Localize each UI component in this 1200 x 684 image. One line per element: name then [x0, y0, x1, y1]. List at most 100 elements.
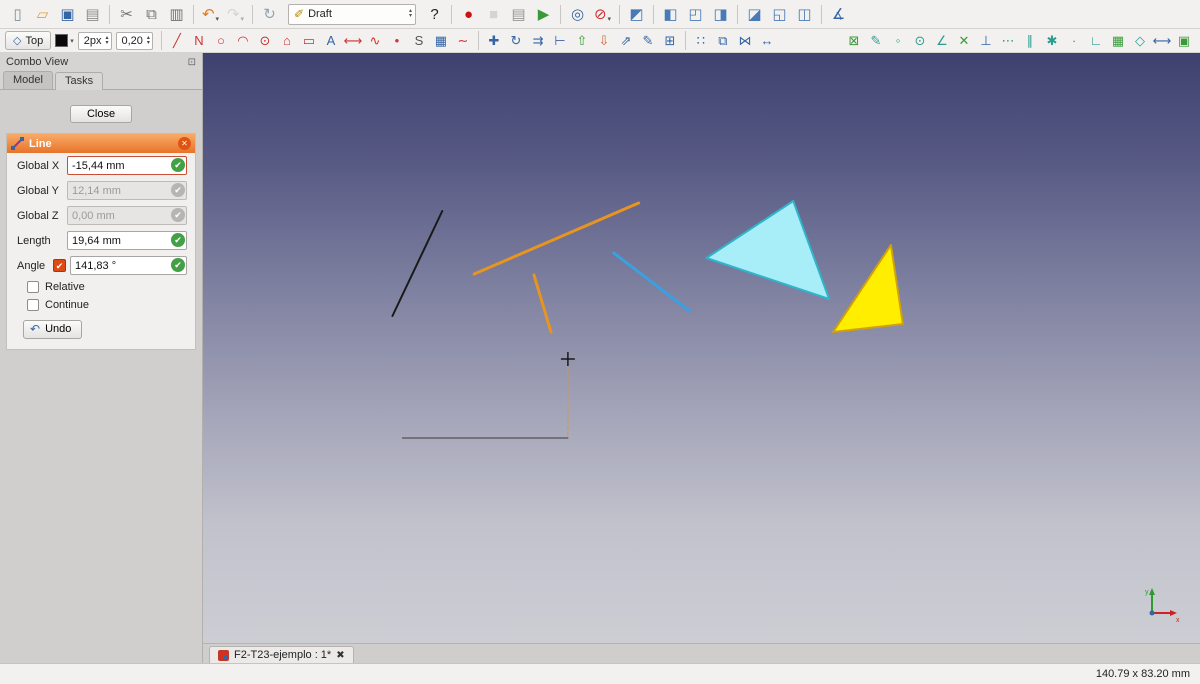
- document-tab-close-icon[interactable]: ✖: [336, 650, 344, 661]
- draft-downgrade-icon[interactable]: ⇩: [593, 31, 615, 51]
- 3d-viewport[interactable]: y x: [203, 53, 1200, 643]
- new-document-icon[interactable]: ▯: [5, 3, 30, 26]
- task-header-close-icon[interactable]: ✕: [178, 137, 191, 150]
- draw-style-icon[interactable]: ⊘▾: [590, 3, 615, 26]
- draft-mirror-icon[interactable]: ⋈: [734, 31, 756, 51]
- snap-working-plane-icon[interactable]: ◇: [1129, 31, 1151, 51]
- cyan-triangle[interactable]: [706, 201, 829, 299]
- dock-panel-icon[interactable]: ⊡: [188, 57, 196, 68]
- whats-this-icon[interactable]: ?: [422, 3, 447, 26]
- draft-text-icon[interactable]: A: [320, 31, 342, 51]
- dropdown-arrow-icon[interactable]: ▾: [216, 15, 220, 26]
- snap-lock-icon[interactable]: ⊠: [843, 31, 865, 51]
- tab-model[interactable]: Model: [3, 71, 53, 89]
- undo-icon[interactable]: ↶▾: [198, 3, 223, 26]
- sketch-black-line[interactable]: [392, 211, 442, 316]
- macro-stop-icon[interactable]: ■: [481, 3, 506, 26]
- workbench-selector-arrows[interactable]: ▴▾: [409, 9, 412, 19]
- draft-clone-icon[interactable]: ⧉: [712, 31, 734, 51]
- draft-rectangle-icon[interactable]: ▭: [298, 31, 320, 51]
- continue-checkbox[interactable]: [27, 299, 39, 311]
- relative-checkbox[interactable]: [27, 281, 39, 293]
- workbench-selector[interactable]: ✐ Draft ▴▾: [288, 4, 416, 25]
- sketch-orange-line-long[interactable]: [474, 203, 639, 274]
- undo-button[interactable]: ↶ Undo: [23, 320, 82, 339]
- length-input[interactable]: [67, 231, 187, 250]
- draft-edit-icon[interactable]: ✎: [637, 31, 659, 51]
- snap-perpendicular-icon[interactable]: ⊥: [975, 31, 997, 51]
- draft-scale-icon[interactable]: ⇗: [615, 31, 637, 51]
- draft-array-icon[interactable]: ∷: [690, 31, 712, 51]
- draft-arc-icon[interactable]: ◠: [232, 31, 254, 51]
- draft-line-icon[interactable]: ╱: [166, 31, 188, 51]
- global-y-input[interactable]: [67, 181, 187, 200]
- sketch-blue-line[interactable]: [614, 253, 690, 311]
- snap-intersection-icon[interactable]: ✕: [953, 31, 975, 51]
- global-x-input[interactable]: [67, 156, 187, 175]
- view-bottom-icon[interactable]: ◱: [767, 3, 792, 26]
- macro-record-icon[interactable]: ●: [456, 3, 481, 26]
- draft-move-icon[interactable]: ✚: [483, 31, 505, 51]
- draft-trim-icon[interactable]: ⊢: [549, 31, 571, 51]
- draft-offset-icon[interactable]: ⇉: [527, 31, 549, 51]
- view-rear-icon[interactable]: ◪: [742, 3, 767, 26]
- draft-polygon-icon[interactable]: ⌂: [276, 31, 298, 51]
- draft-facebinder-icon[interactable]: ▦: [430, 31, 452, 51]
- macro-edit-icon[interactable]: ▤: [506, 3, 531, 26]
- draft-subelement-icon[interactable]: ⊞: [659, 31, 681, 51]
- snap-extension-icon[interactable]: ⋯: [997, 31, 1019, 51]
- draft-bspline-icon[interactable]: ∿: [364, 31, 386, 51]
- tab-tasks[interactable]: Tasks: [55, 72, 103, 90]
- snap-special-icon[interactable]: ✱: [1041, 31, 1063, 51]
- dropdown-arrow-icon[interactable]: ▾: [241, 15, 245, 26]
- working-plane-button[interactable]: ◇ Top: [5, 31, 51, 50]
- measure-distance-icon[interactable]: ∡: [826, 3, 851, 26]
- print-icon[interactable]: ▤: [80, 3, 105, 26]
- document-tab[interactable]: F2-T23-ejemplo : 1* ✖: [209, 646, 354, 663]
- snap-endpoint-icon[interactable]: ✎: [865, 31, 887, 51]
- yellow-triangle[interactable]: [833, 245, 903, 332]
- view-front-icon[interactable]: ◧: [658, 3, 683, 26]
- snap-ortho-icon[interactable]: ∟: [1085, 31, 1107, 51]
- view-left-icon[interactable]: ◫: [792, 3, 817, 26]
- macro-execute-icon[interactable]: ▶: [531, 3, 556, 26]
- line-color-picker[interactable]: ▾: [55, 34, 74, 47]
- global-z-input[interactable]: [67, 206, 187, 225]
- sketch-orange-line-short[interactable]: [534, 275, 551, 332]
- draft-rotate-icon[interactable]: ↻: [505, 31, 527, 51]
- cut-icon[interactable]: ✂: [114, 3, 139, 26]
- text-scale-spinbox[interactable]: 0,20 ▴▾: [116, 32, 153, 50]
- draft-circle-icon[interactable]: ○: [210, 31, 232, 51]
- draft-shapestring-icon[interactable]: S: [408, 31, 430, 51]
- draft-stretch-icon[interactable]: ↔: [756, 31, 778, 51]
- save-icon[interactable]: ▣: [55, 3, 80, 26]
- angle-input[interactable]: [70, 256, 187, 275]
- line-width-arrows[interactable]: ▴▾: [105, 36, 108, 46]
- grid-toggle-icon[interactable]: ▣: [1173, 31, 1195, 51]
- snap-grid-icon[interactable]: ▦: [1107, 31, 1129, 51]
- task-close-button[interactable]: Close: [70, 105, 132, 123]
- dropdown-arrow-icon[interactable]: ▾: [608, 15, 612, 26]
- view-right-icon[interactable]: ◨: [708, 3, 733, 26]
- paste-icon[interactable]: ▥: [164, 3, 189, 26]
- snap-angle-icon[interactable]: ∠: [931, 31, 953, 51]
- snap-center-icon[interactable]: ⊙: [909, 31, 931, 51]
- snap-near-icon[interactable]: ∙: [1063, 31, 1085, 51]
- snap-midpoint-icon[interactable]: ◦: [887, 31, 909, 51]
- refresh-icon[interactable]: ↻: [257, 3, 282, 26]
- fit-all-icon[interactable]: ◎: [565, 3, 590, 26]
- copy-icon[interactable]: ⧉: [139, 3, 164, 26]
- snap-parallel-icon[interactable]: ∥: [1019, 31, 1041, 51]
- open-document-icon[interactable]: ▱: [30, 3, 55, 26]
- angle-checkbox[interactable]: ✔: [53, 259, 66, 272]
- draft-upgrade-icon[interactable]: ⇧: [571, 31, 593, 51]
- snap-dimensions-icon[interactable]: ⟷: [1151, 31, 1173, 51]
- text-scale-arrows[interactable]: ▴▾: [147, 36, 150, 46]
- draft-dimension-icon[interactable]: ⟷: [342, 31, 364, 51]
- line-width-spinbox[interactable]: 2px ▴▾: [78, 32, 112, 50]
- draft-bezier-icon[interactable]: ∼: [452, 31, 474, 51]
- view-top-icon[interactable]: ◰: [683, 3, 708, 26]
- view-isometric-icon[interactable]: ◩: [624, 3, 649, 26]
- draft-ellipse-icon[interactable]: ⊙: [254, 31, 276, 51]
- redo-icon[interactable]: ↷▾: [223, 3, 248, 26]
